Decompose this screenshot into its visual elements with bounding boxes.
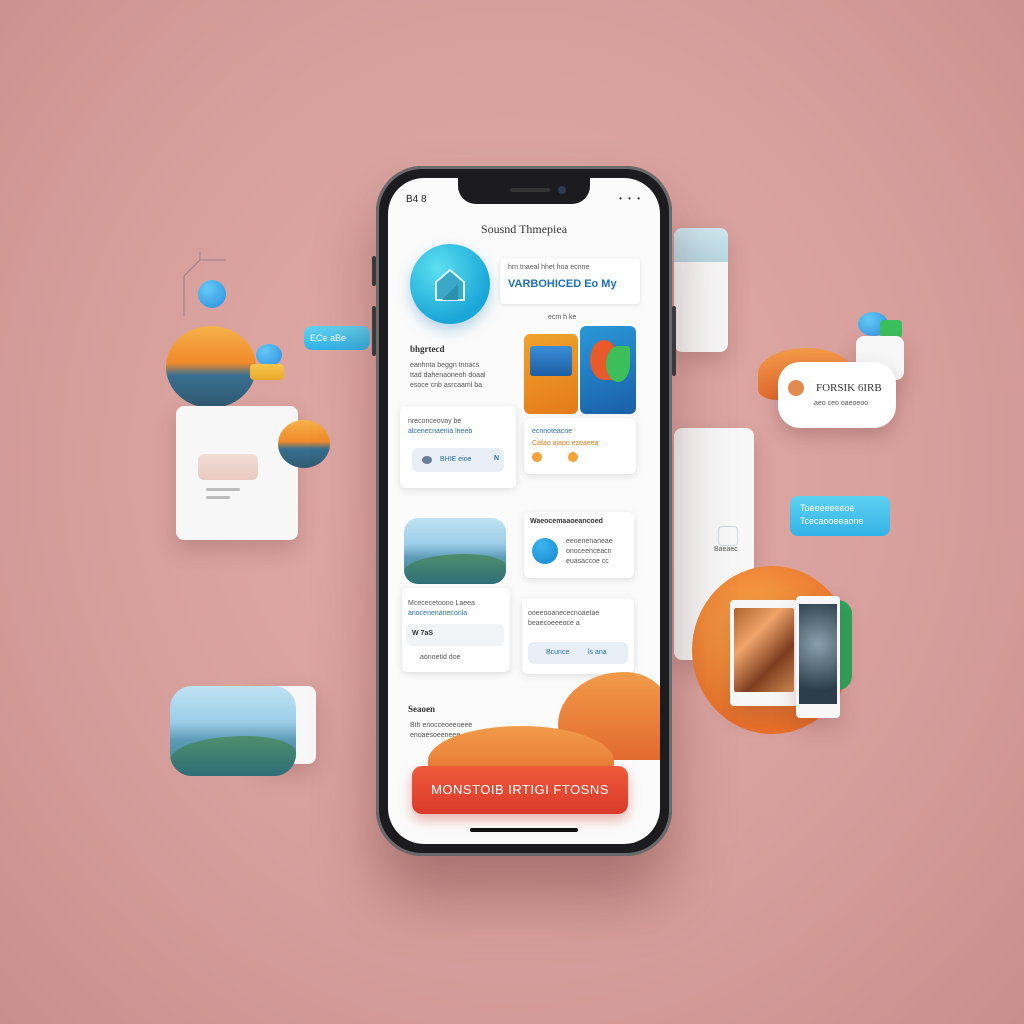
bubble-title: FORSIK 6IRB bbox=[816, 382, 882, 394]
card-text: ooeeooanececnoaetae bbox=[528, 610, 600, 617]
yellow-chip-icon bbox=[250, 364, 284, 380]
card-action-chip[interactable]: BHIE eioe N bbox=[412, 448, 504, 472]
value-chip[interactable]: W 7aS bbox=[406, 624, 504, 646]
section-heading: bhgrtecd bbox=[410, 344, 445, 354]
promo-subtitle: hrn tnaeal hhet hna ecnne bbox=[508, 264, 590, 271]
chip-label: ls ana bbox=[588, 649, 607, 656]
play-button-icon[interactable] bbox=[532, 538, 558, 564]
green-leaf-icon bbox=[838, 600, 852, 690]
leaf-icon bbox=[422, 456, 432, 464]
section-line: ttad dahenaoneoh doaal bbox=[410, 372, 486, 379]
tag-label: ecm h ke bbox=[548, 314, 577, 321]
mini-device-photo[interactable] bbox=[796, 596, 840, 718]
card-subtext: beaecoeeeoce a bbox=[528, 620, 580, 627]
section-line: esoce cnb asrcaaml ba bbox=[410, 382, 482, 389]
card-image bbox=[674, 228, 728, 262]
left-label-chip[interactable]: ECe aBe bbox=[304, 326, 370, 350]
promo-title: VARBOHICED Eo My bbox=[508, 278, 617, 290]
card-footer: aonoetid doe bbox=[420, 654, 461, 661]
card-line: onoceenceacn bbox=[566, 548, 612, 555]
card-text-line bbox=[206, 488, 240, 491]
left-label-text: ECe aBe bbox=[310, 333, 347, 343]
volume-button bbox=[372, 256, 376, 286]
power-button bbox=[672, 306, 676, 376]
feature-card[interactable]: Mcececetoono Laeea anocenenaneconla W 7a… bbox=[402, 588, 510, 672]
chip-mark: N bbox=[494, 455, 500, 462]
phone-device: B4 8 • • • Sousnd Thmepiea hrn tnaeal hh… bbox=[372, 166, 676, 856]
card-subtext: alcenecnaenia lneeb bbox=[408, 428, 473, 435]
notch bbox=[458, 178, 590, 204]
right-info-bubble[interactable]: FORSIK 6IRB aeo ceo oaeoeoo bbox=[778, 362, 896, 428]
card-action-chip[interactable]: Bcunce ls ana bbox=[528, 642, 628, 664]
card-line: euasaccoe cc bbox=[566, 558, 609, 565]
feature-card[interactable]: nreconceovay be alcenecnaenia lneeb BHIE… bbox=[400, 406, 516, 488]
app-thumbnail-orange[interactable] bbox=[524, 334, 578, 414]
pill-line-2: Tcecaooeeaone bbox=[800, 516, 864, 526]
bubble-avatar-icon bbox=[788, 380, 804, 396]
promo-card[interactable]: hrn tnaeal hhet hna ecnne VARBOHICED Eo … bbox=[500, 258, 640, 304]
app-title: Sousnd Thmepiea bbox=[480, 222, 568, 236]
card-text: nreconceovay be bbox=[408, 418, 462, 425]
device-photo bbox=[799, 604, 837, 704]
gallery-grid bbox=[734, 608, 794, 692]
card-text-line bbox=[206, 496, 230, 499]
card-text: ecnnoteacne bbox=[532, 428, 573, 435]
value-text: W 7aS bbox=[412, 630, 434, 637]
sunset-photo-small[interactable] bbox=[278, 420, 330, 468]
chip-label: BHIE eioe bbox=[440, 456, 472, 463]
feature-card[interactable]: ecnnoteacne Cafao aiaoo ezeaeea bbox=[524, 418, 636, 474]
sunset-photo-thumbnail[interactable] bbox=[166, 326, 256, 408]
blue-dot-icon bbox=[198, 280, 226, 308]
section-line: Bth enocceoeeoeee bbox=[410, 722, 473, 729]
cta-button[interactable]: MONSTOIB IRTIGI FTOSNS bbox=[412, 766, 628, 814]
section-heading: Seaoen bbox=[408, 704, 435, 714]
landscape-photo[interactable] bbox=[404, 518, 506, 584]
chip-label: Bcunce bbox=[546, 649, 570, 656]
card-label: Baeaec bbox=[714, 546, 738, 553]
app-thumbnail-blue[interactable] bbox=[580, 326, 636, 414]
phone-screen: B4 8 • • • Sousnd Thmepiea hrn tnaeal hh… bbox=[388, 178, 660, 844]
card-subtext: Cafao aiaoo ezeaeea bbox=[532, 440, 599, 447]
mini-device-gallery[interactable] bbox=[730, 600, 798, 706]
section-line: eanhnta beggn tnnacs bbox=[410, 362, 480, 369]
feature-card[interactable]: Waeocemaaoeancoed eeoenenaneae onoceence… bbox=[524, 512, 634, 578]
card-image bbox=[198, 454, 258, 480]
card-line: eeoenenaneae bbox=[566, 538, 613, 545]
status-icons: • • • bbox=[619, 194, 642, 203]
sun-icon bbox=[568, 452, 578, 462]
pill-line-1: Toeeeeeeeoe bbox=[800, 503, 855, 513]
landscape-photo-card[interactable] bbox=[170, 686, 296, 776]
blue-dot-icon bbox=[256, 344, 282, 366]
card-heading: Waeocemaaoeancoed bbox=[530, 518, 603, 525]
left-floating-card[interactable] bbox=[176, 406, 298, 540]
card-icon bbox=[718, 526, 738, 546]
feature-card[interactable]: ooeeooanececnoaetae beaecoeeeoce a Bcunc… bbox=[522, 598, 634, 674]
top-right-card bbox=[674, 228, 728, 352]
card-text: Mcececetoono Laeea bbox=[408, 600, 475, 607]
status-time: B4 8 bbox=[406, 194, 427, 205]
right-pill[interactable]: Toeeeeeeeoe Tcecaooeeaone bbox=[790, 496, 890, 536]
card-subtext: anocenenaneconla bbox=[408, 610, 468, 617]
home-indicator bbox=[470, 828, 578, 832]
bubble-subtitle: aeo ceo oaeoeoo bbox=[814, 400, 869, 407]
home-icon[interactable] bbox=[410, 244, 490, 324]
sun-icon bbox=[532, 452, 542, 462]
volume-button bbox=[372, 306, 376, 356]
